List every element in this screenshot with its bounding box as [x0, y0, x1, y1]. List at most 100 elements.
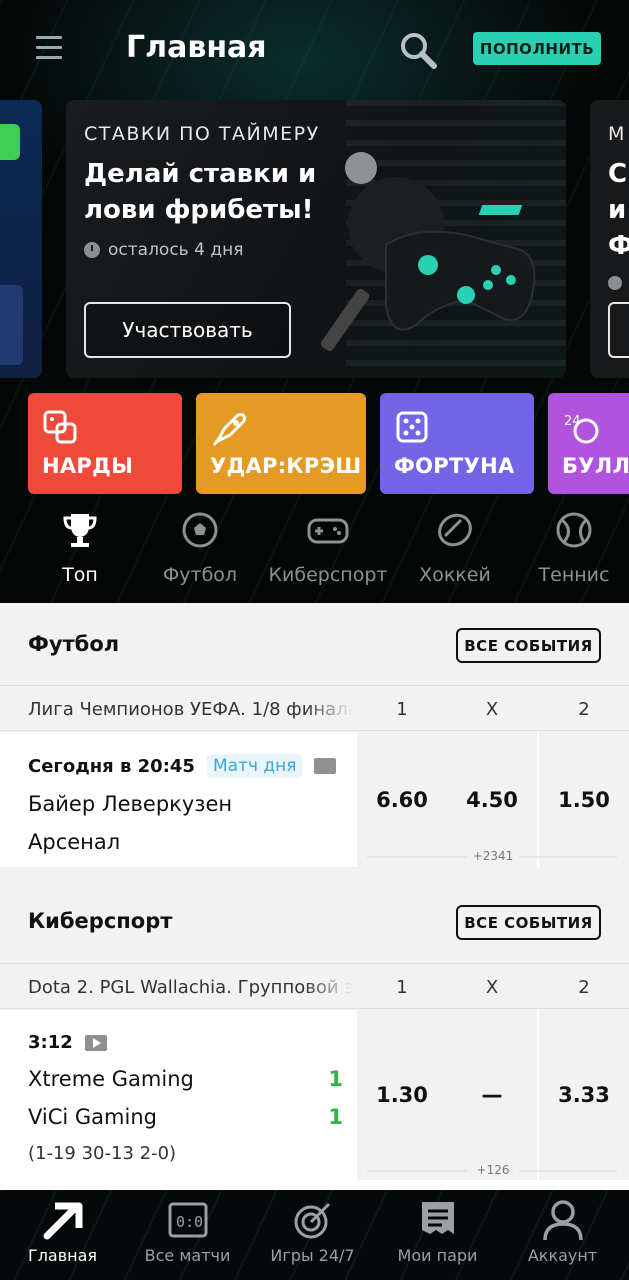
map-scores: (1-19 30-13 2-0) [28, 1143, 177, 1164]
svg-text:0:0: 0:0 [176, 1213, 203, 1231]
arrow-up-right-icon [43, 1202, 82, 1240]
section-header-esports: Киберспорт ВСЕ СОБЫТИЯ [0, 880, 629, 962]
dice-icon [396, 411, 428, 443]
scoreboard-icon: 0:0 [168, 1202, 207, 1238]
banner-kicker: СТАВКИ ПО ТАЙМЕРУ [84, 123, 320, 145]
team-name: Xtreme Gaming [28, 1067, 194, 1091]
all-events-button[interactable]: ВСЕ СОБЫТИЯ [456, 905, 601, 940]
banner-previous-art [0, 285, 23, 365]
event-time: 3:12 [28, 1032, 73, 1053]
team-score: 1 [328, 1067, 343, 1091]
all-events-button[interactable]: ВСЕ СОБЫТИЯ [456, 628, 601, 663]
banner-next[interactable]: М С и Ф [590, 100, 629, 378]
team-name: Арсенал [28, 830, 121, 854]
tab-tennis[interactable]: Теннис [534, 510, 614, 596]
game-tile-label: ФОРТУНА [394, 454, 515, 478]
odd-away[interactable]: 1.50 [539, 732, 629, 867]
column-header-2: 2 [578, 977, 590, 998]
game-tile-crash[interactable]: УДАР:КРЭШ [196, 393, 366, 494]
search-icon[interactable] [398, 30, 438, 70]
game-tile-label: БУЛЛ [562, 454, 629, 478]
event-time: Сегодня в 20:45 [28, 755, 195, 777]
dart-24-icon: 24 [564, 414, 599, 444]
tab-label: Топ [62, 564, 98, 586]
more-markets-count[interactable]: +126 [467, 1163, 519, 1177]
participate-button[interactable]: Участвовать [84, 302, 291, 358]
banner-previous[interactable]: ия нь [0, 100, 42, 378]
column-header-1: 1 [396, 977, 408, 998]
team-home: Байер Леверкузен [28, 792, 343, 816]
top-bar: Главная ПОПОЛНИТЬ [0, 0, 629, 100]
video-play-icon[interactable] [84, 1034, 107, 1051]
events-content: Футбол ВСЕ СОБЫТИЯ Лига Чемпионов УЕФА. … [0, 603, 629, 1190]
banner-previous-tag [0, 124, 20, 160]
more-markets-count[interactable]: +2341 [467, 849, 519, 863]
dice-pair-icon [43, 410, 77, 444]
banner-next-headline: С и Ф [608, 159, 629, 261]
page-title: Главная [126, 30, 267, 65]
team-away: ViCi Gaming 1 [28, 1105, 343, 1129]
bottom-navigation: Главная 0:0 Все матчи Игры 24/7 Мои пари… [0, 1190, 629, 1280]
nav-account[interactable]: Аккаунт [500, 1190, 625, 1280]
banner-next-button[interactable] [608, 302, 629, 358]
league-row[interactable]: Лига Чемпионов УЕФА. 1/8 финала 1 X 2 [0, 685, 629, 731]
section-header-football: Футбол ВСЕ СОБЫТИЯ [0, 603, 629, 685]
game-tile-fortuna[interactable]: ФОРТУНА [380, 393, 534, 494]
event-time-line: 3:12 [28, 1032, 343, 1053]
nav-label: Главная [27, 1246, 98, 1265]
section-title: Киберспорт [28, 909, 173, 933]
tab-football[interactable]: Футбол [155, 510, 245, 596]
soccer-ball-icon [182, 512, 218, 548]
league-row[interactable]: Dota 2. PGL Wallachia. Групповой этап 1 … [0, 963, 629, 1009]
promo-banner[interactable]: СТАВКИ ПО ТАЙМЕРУ Делай ставки и лови фр… [66, 100, 566, 378]
rocket-icon [212, 413, 246, 446]
event-row[interactable]: 3:12 Xtreme Gaming 1 ViCi Gaming 1 (1-19… [0, 1010, 629, 1190]
team-score: 1 [328, 1105, 343, 1129]
clock-icon [84, 242, 100, 258]
column-header-2: 2 [578, 699, 590, 720]
game-tile-nardy[interactable]: НАРДЫ [28, 393, 182, 494]
nav-all-matches[interactable]: 0:0 Все матчи [125, 1190, 250, 1280]
banner-next-kicker: М [608, 123, 625, 145]
event-row[interactable]: Сегодня в 20:45 Матч дня Байер Леверкузе… [0, 732, 629, 867]
ticket-icon [421, 1202, 454, 1234]
gamepad-icon [307, 518, 349, 544]
game-tile-bull[interactable]: 24 БУЛЛ [548, 393, 629, 494]
section-title: Футбол [28, 632, 120, 656]
banner-timer-text: осталось 4 дня [108, 240, 244, 260]
tab-label: Теннис [538, 564, 610, 586]
column-header-x: X [485, 699, 499, 720]
banner-headline: Делай ставки и лови фрибеты! [84, 159, 317, 225]
event-info: 3:12 Xtreme Gaming 1 ViCi Gaming 1 (1-19… [28, 1032, 343, 1164]
statistics-icon[interactable] [314, 758, 337, 774]
clock-icon [608, 276, 622, 290]
nav-label: Мои пари [397, 1246, 478, 1265]
tab-label: Футбол [162, 564, 238, 586]
tab-hockey[interactable]: Хоккей [415, 510, 495, 596]
nav-my-bets[interactable]: Мои пари [375, 1190, 500, 1280]
column-header-1: 1 [396, 699, 408, 720]
nav-label: Игры 24/7 [270, 1246, 355, 1265]
odd-away[interactable]: 3.33 [539, 1010, 629, 1180]
odd-draw[interactable]: 4.50 [447, 732, 537, 867]
odd-draw[interactable]: — [447, 1010, 537, 1180]
tennis-ball-icon [556, 512, 592, 548]
target-icon [294, 1202, 330, 1239]
nav-label: Аккаунт [527, 1246, 598, 1265]
odd-home[interactable]: 6.60 [357, 732, 447, 867]
topup-button[interactable]: ПОПОЛНИТЬ [473, 32, 601, 65]
team-home: Xtreme Gaming 1 [28, 1067, 343, 1091]
nav-home[interactable]: Главная [0, 1190, 125, 1280]
tab-esports[interactable]: Киберспорт [263, 510, 393, 596]
user-icon [542, 1200, 583, 1241]
event-info: Сегодня в 20:45 Матч дня Байер Леверкузе… [28, 754, 343, 854]
team-name: Байер Леверкузен [28, 792, 233, 816]
banner-timer: осталось 4 дня [84, 240, 243, 260]
nav-games[interactable]: Игры 24/7 [250, 1190, 375, 1280]
menu-icon[interactable] [36, 36, 62, 60]
tab-top[interactable]: Топ [40, 510, 120, 596]
hero-area: Главная ПОПОЛНИТЬ ия нь СТАВКИ ПО ТАЙМЕР… [0, 0, 629, 603]
league-name: Dota 2. PGL Wallachia. Групповой этап [28, 977, 353, 998]
tab-label: Киберспорт [268, 564, 388, 586]
odd-home[interactable]: 1.30 [357, 1010, 447, 1180]
